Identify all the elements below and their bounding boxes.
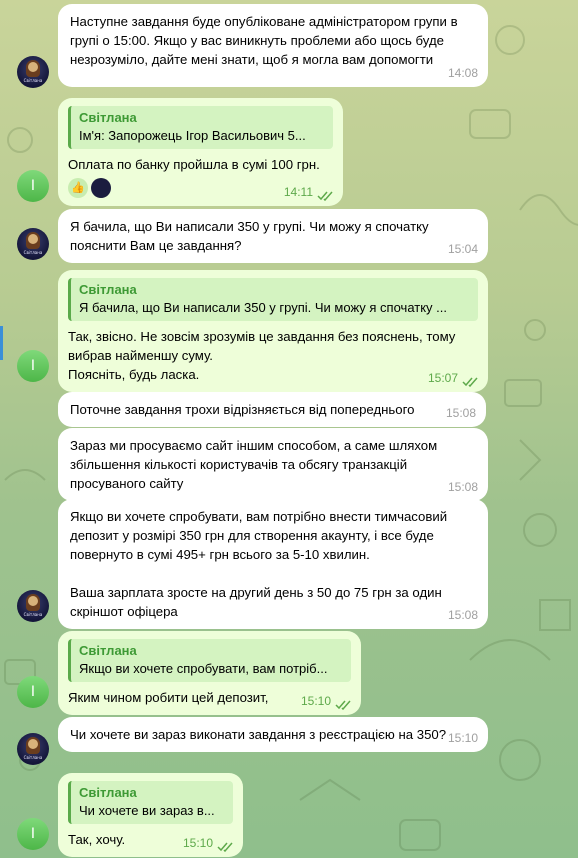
admin-avatar[interactable]: Світлана	[17, 590, 49, 622]
reply-quote[interactable]: Світлана Я бачила, що Ви написали 350 у …	[68, 278, 478, 321]
message-time: 15:04	[447, 242, 478, 256]
user-avatar[interactable]: І	[17, 676, 49, 708]
admin-avatar[interactable]: Світлана	[17, 228, 49, 260]
message-text: Оплата по банку пройшла в сумі 100 грн.	[68, 157, 320, 172]
message-time: 15:07	[427, 371, 458, 385]
quote-text: Чи хочете ви зараз в...	[79, 803, 215, 818]
thumbs-up-reaction[interactable]: 👍	[68, 178, 88, 198]
message-time: 15:10	[300, 694, 331, 708]
admin-avatar[interactable]: Світлана	[17, 56, 49, 88]
message-text: Так, звісно. Не зовсім зрозумів це завда…	[68, 329, 456, 382]
message-text: Зараз ми просуваємо сайт іншим способом,…	[70, 438, 441, 491]
message-bubble[interactable]: Зараз ми просуваємо сайт іншим способом,…	[58, 428, 488, 501]
message-time: 15:08	[445, 406, 476, 420]
message-text: Поточне завдання трохи відрізняється від…	[70, 402, 415, 417]
message-bubble[interactable]: Світлана Ім'я: Запорожець Ігор Васильови…	[58, 98, 343, 206]
user-avatar[interactable]: І	[17, 350, 49, 382]
message-time: 15:10	[182, 836, 213, 850]
message-time: 15:08	[447, 608, 478, 622]
scroll-indicator	[0, 326, 3, 360]
message-bubble[interactable]: Чи хочете ви зараз виконати завдання з р…	[58, 717, 488, 752]
quote-author: Світлана	[79, 643, 137, 658]
user-avatar[interactable]: І	[17, 818, 49, 850]
message-bubble[interactable]: Я бачила, що Ви написали 350 у групі. Чи…	[58, 209, 488, 263]
reply-quote[interactable]: Світлана Чи хочете ви зараз в...	[68, 781, 233, 824]
quote-author: Світлана	[79, 110, 137, 125]
message-time: 15:10	[447, 731, 478, 745]
double-check-icon	[462, 377, 478, 387]
quote-text: Якщо ви хочете спробувати, вам потріб...	[79, 661, 328, 676]
message-bubble[interactable]: Якщо ви хочете спробувати, вам потрібно …	[58, 499, 488, 629]
message-bubble[interactable]: Світлана Чи хочете ви зараз в... Так, хо…	[58, 773, 243, 857]
message-bubble[interactable]: Наступне завдання буде опубліковане адмі…	[58, 4, 488, 87]
message-time: 15:08	[447, 480, 478, 494]
message-text: Якщо ви хочете спробувати, вам потрібно …	[70, 509, 448, 619]
double-check-icon	[317, 191, 333, 201]
quote-author: Світлана	[79, 785, 137, 800]
double-check-icon	[217, 842, 233, 852]
double-check-icon	[335, 700, 351, 710]
message-time: 14:08	[447, 66, 478, 80]
quote-text: Ім'я: Запорожець Ігор Васильович 5...	[79, 128, 306, 143]
user-avatar[interactable]: І	[17, 170, 49, 202]
admin-avatar[interactable]: Світлана	[17, 733, 49, 765]
quote-author: Світлана	[79, 282, 137, 297]
reply-quote[interactable]: Світлана Ім'я: Запорожець Ігор Васильови…	[68, 106, 333, 149]
message-bubble[interactable]: Поточне завдання трохи відрізняється від…	[58, 392, 486, 427]
reply-quote[interactable]: Світлана Якщо ви хочете спробувати, вам …	[68, 639, 351, 682]
message-bubble[interactable]: Світлана Я бачила, що Ви написали 350 у …	[58, 270, 488, 392]
message-text: Наступне завдання буде опубліковане адмі…	[70, 14, 462, 67]
quote-text: Я бачила, що Ви написали 350 у групі. Чи…	[79, 300, 447, 315]
message-time: 14:11	[283, 185, 313, 199]
message-bubble[interactable]: Світлана Якщо ви хочете спробувати, вам …	[58, 631, 361, 715]
reactor-avatar	[91, 178, 111, 198]
message-text: Чи хочете ви зараз виконати завдання з р…	[70, 727, 447, 742]
message-text: Я бачила, що Ви написали 350 у групі. Чи…	[70, 219, 433, 253]
